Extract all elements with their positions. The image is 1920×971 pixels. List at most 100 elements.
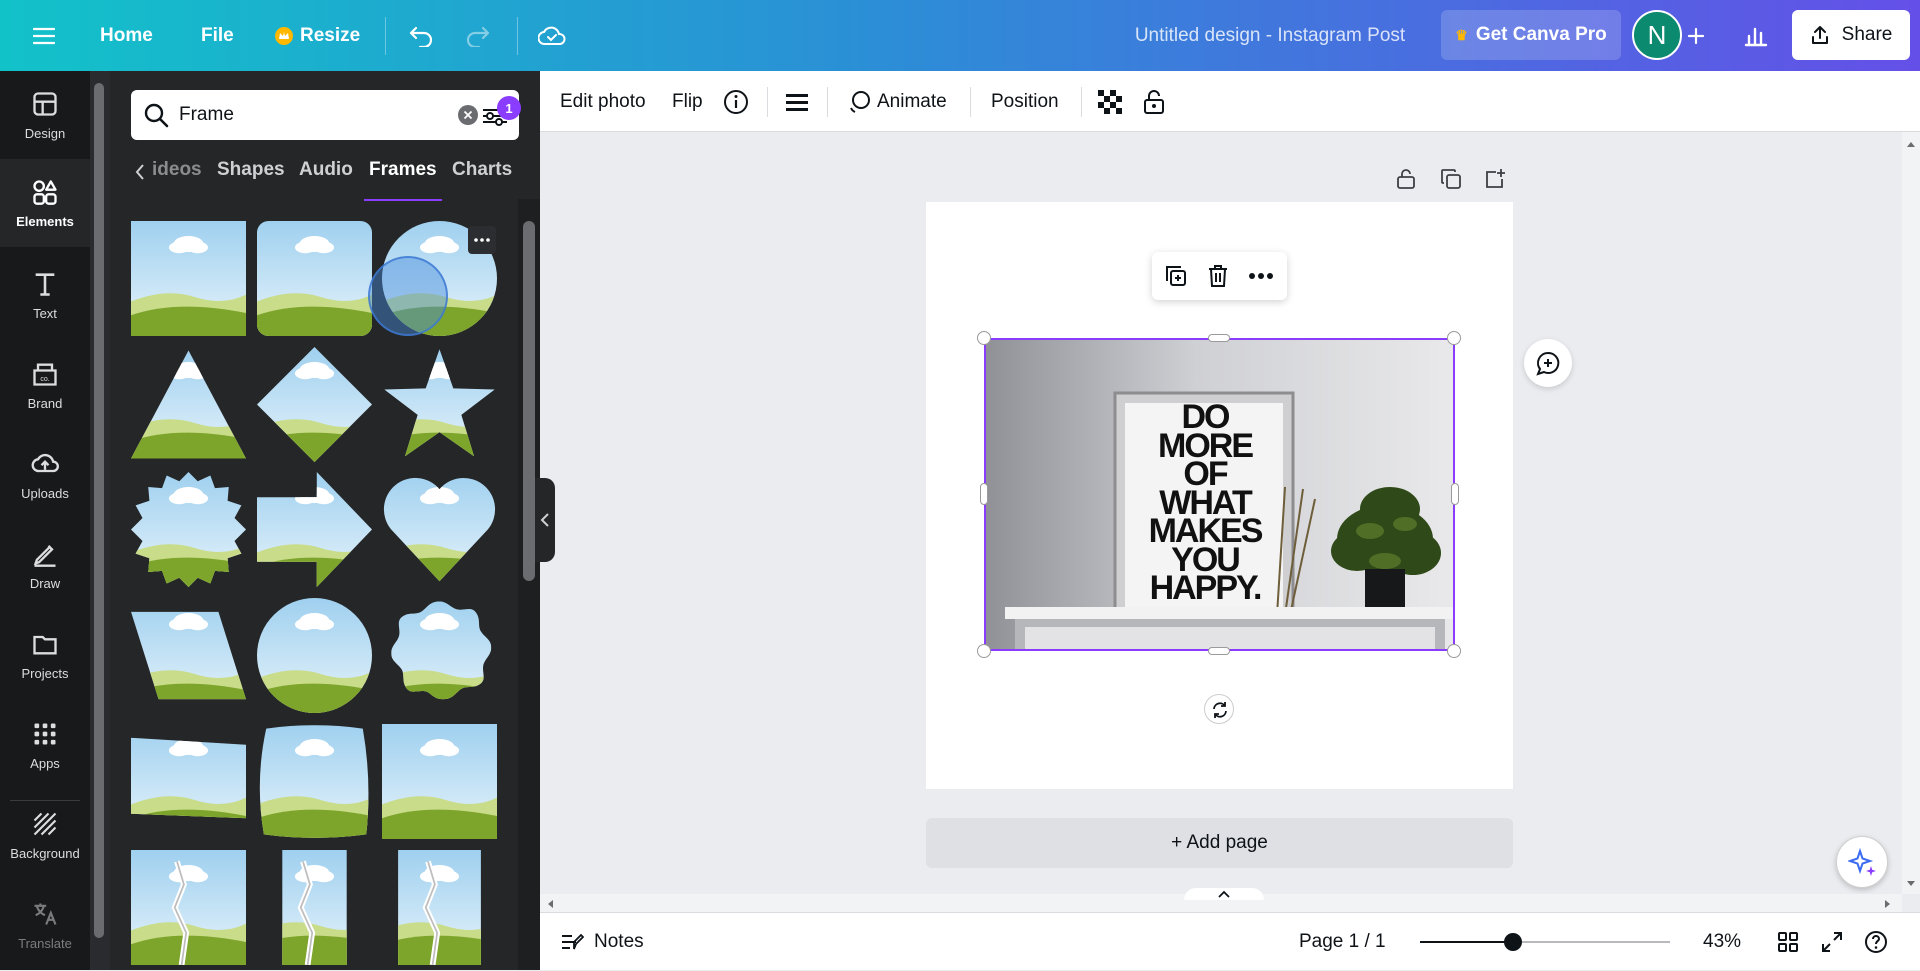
canvas-horizontal-scrollbar[interactable] bbox=[540, 888, 1902, 912]
resize-handle-tr[interactable] bbox=[1447, 331, 1461, 345]
search-input[interactable] bbox=[179, 100, 419, 130]
resize-label: Resize bbox=[300, 24, 361, 46]
design-icon bbox=[31, 90, 59, 118]
grid-view-icon[interactable] bbox=[1777, 913, 1799, 971]
frame-parallelogram[interactable] bbox=[131, 598, 246, 713]
rail-item-label: Design bbox=[24, 125, 66, 141]
search-box[interactable]: 1 bbox=[131, 90, 521, 140]
resize-handle-bottom[interactable] bbox=[1208, 647, 1230, 655]
frame-cracked-c[interactable] bbox=[382, 850, 497, 965]
rail-item-draw[interactable]: Draw bbox=[0, 521, 90, 609]
panel-scrollbar[interactable] bbox=[518, 199, 540, 970]
flip-button[interactable]: Flip bbox=[672, 71, 703, 132]
rail-item-label: Translate bbox=[18, 935, 72, 951]
frame-triangle[interactable] bbox=[131, 347, 246, 462]
frame-flower[interactable] bbox=[382, 598, 497, 713]
rotate-handle[interactable] bbox=[1204, 694, 1234, 724]
rail-item-apps[interactable]: Apps bbox=[0, 701, 90, 789]
tab-audio[interactable]: Audio bbox=[299, 159, 353, 181]
brand-icon: co. bbox=[31, 360, 59, 388]
resize-handle-tl[interactable] bbox=[977, 331, 991, 345]
analytics-icon[interactable] bbox=[1740, 20, 1772, 52]
uploads-icon bbox=[31, 450, 59, 478]
rail-item-projects[interactable]: Projects bbox=[0, 611, 90, 699]
active-tab-indicator bbox=[364, 199, 442, 201]
info-icon[interactable] bbox=[723, 71, 749, 132]
get-pro-button[interactable]: ♛ Get Canva Pro bbox=[1441, 10, 1621, 60]
lock-icon[interactable] bbox=[1143, 71, 1165, 132]
text-icon bbox=[31, 270, 59, 298]
duplicate-icon[interactable] bbox=[1164, 264, 1188, 288]
frame-cracked-a[interactable] bbox=[131, 850, 246, 965]
tab-frames[interactable]: Frames bbox=[369, 159, 437, 181]
share-button[interactable]: Share bbox=[1792, 10, 1910, 60]
add-people-icon[interactable] bbox=[1680, 20, 1712, 52]
zoom-level[interactable]: 43% bbox=[1703, 913, 1741, 971]
frame-star[interactable] bbox=[382, 347, 497, 462]
tab-videos[interactable]: ideos bbox=[152, 159, 202, 181]
tab-shapes[interactable]: Shapes bbox=[217, 159, 285, 181]
undo-icon[interactable] bbox=[405, 20, 437, 52]
file-button[interactable]: File bbox=[201, 0, 234, 71]
cloud-saved-icon[interactable] bbox=[536, 20, 568, 52]
avatar[interactable]: N bbox=[1632, 10, 1682, 60]
rail-item-text[interactable]: Text bbox=[0, 251, 90, 339]
resize-handle-bl[interactable] bbox=[977, 644, 991, 658]
draw-icon bbox=[31, 540, 59, 568]
menu-icon[interactable] bbox=[28, 20, 60, 52]
rail-item-design[interactable]: Design bbox=[0, 71, 90, 159]
rail-item-brand[interactable]: co. Brand bbox=[0, 341, 90, 429]
redo-icon[interactable] bbox=[462, 20, 494, 52]
tab-charts[interactable]: Charts bbox=[452, 159, 512, 181]
frame-more-icon[interactable] bbox=[468, 226, 496, 254]
more-options-icon[interactable] bbox=[1248, 272, 1274, 280]
position-button[interactable]: Position bbox=[991, 71, 1059, 132]
frame-rectangle[interactable] bbox=[131, 221, 246, 336]
frame-tall-rectangle[interactable] bbox=[382, 724, 497, 839]
lock-page-icon[interactable] bbox=[1396, 168, 1416, 190]
divider bbox=[385, 17, 386, 55]
resize-handle-br[interactable] bbox=[1447, 644, 1461, 658]
zoom-slider[interactable] bbox=[1420, 933, 1670, 951]
frame-diamond[interactable] bbox=[257, 347, 372, 462]
notes-button[interactable]: Notes bbox=[560, 913, 644, 971]
document-title[interactable]: Untitled design - Instagram Post bbox=[1100, 0, 1440, 71]
resize-button[interactable]: Resize bbox=[274, 0, 360, 71]
rail-item-elements[interactable]: Elements bbox=[0, 159, 90, 247]
frame-circle[interactable] bbox=[257, 598, 372, 713]
frame-arrow[interactable] bbox=[257, 472, 372, 587]
frame-torn-rounded[interactable] bbox=[257, 724, 372, 839]
duplicate-page-icon[interactable] bbox=[1440, 168, 1462, 190]
chevron-left-icon[interactable] bbox=[134, 163, 146, 181]
rail-scrollbar[interactable] bbox=[90, 71, 110, 970]
frame-heart[interactable] bbox=[382, 472, 497, 587]
zoom-slider-knob[interactable] bbox=[1503, 933, 1522, 951]
canvas-vertical-scrollbar[interactable] bbox=[1902, 132, 1920, 894]
trash-icon[interactable] bbox=[1207, 264, 1229, 288]
border-style-icon[interactable] bbox=[786, 71, 808, 132]
transparency-icon[interactable] bbox=[1098, 71, 1122, 132]
resize-handle-right[interactable] bbox=[1451, 483, 1459, 505]
frame-badge[interactable] bbox=[131, 472, 246, 587]
resize-handle-left[interactable] bbox=[980, 483, 988, 505]
magic-assistant-button[interactable] bbox=[1836, 836, 1888, 888]
edit-photo-button[interactable]: Edit photo bbox=[560, 71, 646, 132]
home-button[interactable]: Home bbox=[100, 0, 153, 71]
animate-button[interactable]: Animate bbox=[847, 71, 947, 132]
resize-handle-top[interactable] bbox=[1208, 334, 1230, 342]
add-page-button[interactable]: + Add page bbox=[926, 818, 1513, 868]
rail-item-translate[interactable]: Translate bbox=[0, 881, 90, 969]
rail-item-background[interactable]: Background bbox=[0, 791, 90, 879]
frame-skewed[interactable] bbox=[131, 724, 246, 839]
frame-cracked-b[interactable] bbox=[257, 850, 372, 965]
help-icon[interactable] bbox=[1864, 913, 1888, 971]
add-comment-button[interactable] bbox=[1524, 339, 1572, 387]
add-page-icon[interactable] bbox=[1484, 168, 1506, 190]
fullscreen-icon[interactable] bbox=[1821, 913, 1843, 971]
show-pages-button[interactable] bbox=[1184, 888, 1264, 900]
clear-search-icon[interactable] bbox=[458, 105, 478, 125]
rail-item-uploads[interactable]: Uploads bbox=[0, 431, 90, 519]
frame-rounded-rectangle[interactable] bbox=[257, 221, 372, 336]
collapse-panel-button[interactable] bbox=[535, 478, 555, 562]
page-indicator[interactable]: Page 1 / 1 bbox=[1299, 913, 1386, 971]
